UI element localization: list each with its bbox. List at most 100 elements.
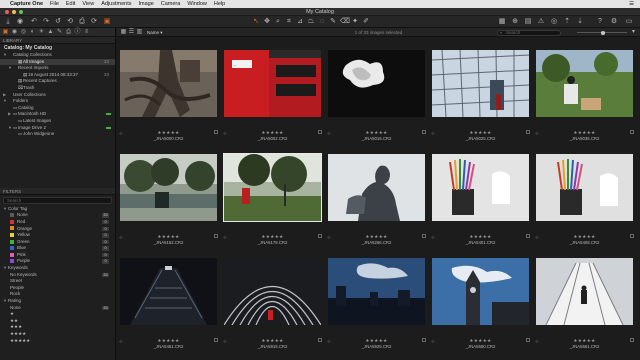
thumbnail-image[interactable] xyxy=(224,258,321,325)
keywords-title[interactable]: ▼Keywords xyxy=(0,265,115,272)
color-tag-filter[interactable]: Yellow 0 xyxy=(0,232,115,239)
thumbnail-cell[interactable]: ⟲ ★★★★★ _JNA5178.CR2 xyxy=(221,142,324,246)
menu-help[interactable]: Help xyxy=(214,1,225,7)
spot-icon[interactable]: ◌ xyxy=(318,18,326,26)
thumbnail-image[interactable] xyxy=(328,258,425,325)
color-tag-box[interactable] xyxy=(630,234,634,238)
thumbnail-image[interactable] xyxy=(536,50,633,117)
details-tab-icon[interactable]: ▲ xyxy=(47,29,54,36)
thumbnail-image[interactable] xyxy=(432,154,529,221)
library-item[interactable]: ▭John Widgeone xyxy=(0,131,115,138)
rotate-icon[interactable]: ⟳ xyxy=(90,18,98,26)
disclosure-arrow-icon[interactable]: ▼ xyxy=(3,98,8,105)
metadata-tab-icon[interactable]: ⓘ xyxy=(74,29,81,36)
library-item[interactable]: ▤Recent Captures xyxy=(0,78,115,85)
menu-edit[interactable]: Edit xyxy=(66,1,75,7)
library-item[interactable]: ▼ Recent Imports xyxy=(0,65,115,72)
rating-filter[interactable]: None 33 xyxy=(0,305,115,312)
reset-icon[interactable]: ⟲ xyxy=(66,18,74,26)
undo-history-icon[interactable]: ↺ xyxy=(54,18,62,26)
thumbnail-image[interactable] xyxy=(328,154,425,221)
color-tag-filter[interactable]: None 33 xyxy=(0,212,115,219)
color-tag-box[interactable] xyxy=(214,234,218,238)
focus-icon[interactable]: ◎ xyxy=(550,18,558,26)
local-tab-icon[interactable]: ✎ xyxy=(56,29,63,36)
thumbnail-cell[interactable]: ⟲ ★★★★★ _JNA5401.CR2 xyxy=(429,142,532,246)
rating-filter[interactable]: ★★★★★ xyxy=(0,338,115,345)
filters-panel-header[interactable]: FILTERS xyxy=(0,187,115,195)
zoom-icon[interactable]: ⌕ xyxy=(274,18,282,26)
thumbnail-cell[interactable]: ⟲ ★★★★★ _JNA5015.CR2 xyxy=(325,38,428,142)
filter-search-input[interactable]: Search xyxy=(3,196,112,204)
color-tag-filter[interactable]: Orange 0 xyxy=(0,226,115,233)
crop-icon[interactable]: ⌗ xyxy=(285,18,293,26)
thumbnail-cell[interactable]: ⟲ ★★★★★ _JNA5152.CR2 xyxy=(117,142,220,246)
thumbnail-cell[interactable]: ⟲ ★★★★★ _JNA5408.CR2 xyxy=(533,142,636,246)
disclosure-arrow-icon[interactable]: ▼ xyxy=(8,65,13,72)
keystone-icon[interactable]: ⏢ xyxy=(307,18,315,26)
library-panel-header[interactable]: LIBRARY xyxy=(0,37,115,44)
library-item[interactable]: ▶ User Collections xyxy=(0,92,115,99)
thumbnail-image[interactable] xyxy=(536,258,633,325)
color-tag-filter[interactable]: Pink 0 xyxy=(0,252,115,259)
redo-icon[interactable]: ↷ xyxy=(42,18,50,26)
output-tab-icon[interactable]: ⎙ xyxy=(65,29,72,36)
thumbnail-cell[interactable]: ⟲ ★★★★★ _JNA5915.CR2 xyxy=(221,246,324,350)
lens-tab-icon[interactable]: ◎ xyxy=(20,29,27,36)
capture-icon[interactable]: ◉ xyxy=(16,18,24,26)
library-item[interactable]: ▤19 August 2014 08:43:37 33 xyxy=(0,72,115,79)
library-item[interactable]: ▦All Images 33 xyxy=(0,58,115,66)
color-tag-filter[interactable]: Red 0 xyxy=(0,219,115,226)
thumbnail-cell[interactable]: ⟲ ★★★★★ _JNA5266.CR2 xyxy=(325,142,428,246)
apply-icon[interactable]: ⇣ xyxy=(576,18,584,26)
proof-icon[interactable]: ▤ xyxy=(524,18,532,26)
color-tag-box[interactable] xyxy=(526,338,530,342)
keyword-filter[interactable]: No Keywords 33 xyxy=(0,272,115,279)
color-tag-box[interactable] xyxy=(526,234,530,238)
menu-adjustments[interactable]: Adjustments xyxy=(101,1,131,7)
color-tag-box[interactable] xyxy=(630,130,634,134)
exposure-warning-icon[interactable]: ⚠ xyxy=(537,18,545,26)
library-tab-icon[interactable]: ▣ xyxy=(2,29,9,36)
menu-image[interactable]: Image xyxy=(138,1,153,7)
brush-icon[interactable]: ✎ xyxy=(329,18,337,26)
process-icon[interactable]: ▣ xyxy=(103,18,111,26)
color-tag-filter[interactable]: Purple 0 xyxy=(0,258,115,265)
disclosure-arrow-icon[interactable]: ▼ xyxy=(3,52,8,59)
thumbnail-image[interactable] xyxy=(120,258,217,325)
color-tag-box[interactable] xyxy=(422,234,426,238)
library-item[interactable]: ▼ Catalog Collections xyxy=(0,52,115,59)
color-tag-box[interactable] xyxy=(318,130,322,134)
thumbnail-image[interactable] xyxy=(120,154,217,221)
color-tag-box[interactable] xyxy=(526,130,530,134)
capture-tab-icon[interactable]: ◉ xyxy=(11,29,18,36)
thumbnail-cell[interactable]: ⟲ ★★★★★ _JNA5025.CR2 xyxy=(429,38,532,142)
rating-filter[interactable]: ★★ xyxy=(0,318,115,325)
color-picker-icon[interactable]: ✐ xyxy=(362,18,370,26)
pan-icon[interactable]: ✥ xyxy=(263,18,271,26)
library-item[interactable]: ⌧Trash xyxy=(0,85,115,92)
cursor-icon[interactable]: ↖ xyxy=(252,18,260,26)
thumbnail-image[interactable] xyxy=(432,258,529,325)
thumbnail-image[interactable] xyxy=(223,153,322,222)
import-icon[interactable]: ⤓ xyxy=(4,18,12,26)
thumbnail-size-knob[interactable] xyxy=(601,30,605,35)
grid-icon[interactable]: ▦ xyxy=(498,18,506,26)
thumbnail-cell[interactable]: ⟲ ★★★★★ _JNA5035.CR2 xyxy=(533,38,636,142)
copy-icon[interactable]: ⇡ xyxy=(563,18,571,26)
thumbnail-cell[interactable]: ⟲ ★★★★★ _JNA5650.CR2 xyxy=(429,246,532,350)
disclosure-arrow-icon[interactable]: ▶ xyxy=(3,92,8,99)
menu-view[interactable]: View xyxy=(82,1,94,7)
browser-search-input[interactable]: ⌕ Search xyxy=(497,29,561,36)
thumbnail-cell[interactable]: ⟲ ★★★★★ _JNA5000.CR2 xyxy=(117,38,220,142)
settings-icon[interactable]: ⚙ xyxy=(610,18,618,26)
eraser-icon[interactable]: ⌫ xyxy=(340,18,350,26)
print-icon[interactable]: ⎙ xyxy=(78,18,86,26)
menu-capture-one[interactable]: Capture One xyxy=(10,1,43,7)
library-item[interactable]: ▼▭Image Drive 2 xyxy=(0,125,115,132)
color-tag-box[interactable] xyxy=(214,338,218,342)
color-tag-box[interactable] xyxy=(422,338,426,342)
rating-filter[interactable]: ★★★ xyxy=(0,324,115,331)
exposure-tab-icon[interactable]: ☀ xyxy=(38,29,45,36)
color-tag-box[interactable] xyxy=(318,234,322,238)
